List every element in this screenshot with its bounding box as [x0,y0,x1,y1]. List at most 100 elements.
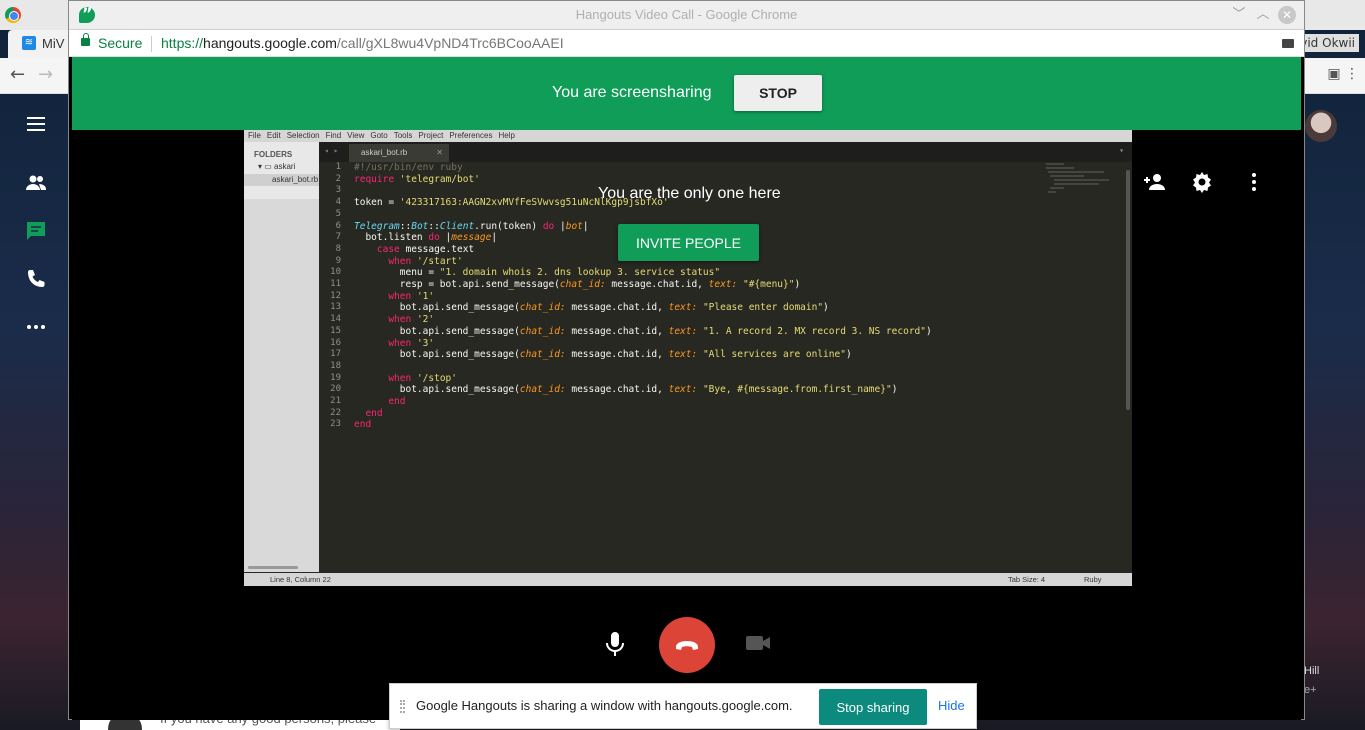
folder-item: ▾ ▭ askari [258,162,296,171]
line-number: 22 [330,407,341,418]
editor-statusbar: Line 8, Column 22 Tab Size: 4 Ruby [244,573,1132,586]
window-title: Hangouts Video Call - Google Chrome [575,7,798,22]
code-line: menu = "1. domain whois 2. dns lookup 3.… [354,267,721,279]
editor-menubar: File Edit Selection Find View Goto Tools Projec… [244,130,1132,142]
microphone-icon[interactable] [603,630,627,660]
extension-icons[interactable]: ▣ ⋮ [1327,66,1359,82]
url-path: /call/gXL8wu4VpND4Trc6BCooAAEI [336,35,564,51]
code-line: when '3' [388,337,435,349]
status-tab-size: Tab Size: 4 [1008,575,1046,584]
phone-icon[interactable] [24,267,48,291]
code-line: bot.listen do |message| [354,232,498,244]
invite-people-button[interactable]: INVITE PEOPLE [618,224,759,261]
editor-menu-item: Edit [266,131,281,140]
line-number: 2 [335,173,341,184]
editor-menu-item: Find [325,131,342,140]
code-line: resp = bot.api.send_message(chat_id: mes… [354,279,801,290]
line-number: 17 [330,349,341,360]
more-vert-icon[interactable] [1242,170,1266,194]
url-text[interactable]: https://hangouts.google.com/call/gXL8wu4… [161,35,564,51]
code-line: when '/stop' [388,372,457,384]
camera-indicator-icon[interactable] [1282,39,1294,48]
editor-menu-item: Preferences [449,131,493,140]
messages-icon[interactable] [24,219,48,243]
menu-icon[interactable] [24,112,48,136]
folder-name: askari [274,162,296,171]
address-bar[interactable]: Secure https://hangouts.google.com/call/… [69,30,1304,57]
line-number: 1 [335,162,341,172]
line-number: 19 [330,372,341,383]
camera-icon[interactable] [745,632,771,654]
url-scheme: https:// [161,35,204,51]
line-number: 10 [330,267,341,278]
editor-menu-item: File [248,131,261,140]
more-horiz-icon[interactable] [24,315,48,339]
stop-sharing-button[interactable]: Stop sharing [819,689,927,725]
line-number: 23 [330,419,341,430]
line-number: 4 [335,197,341,208]
line-number: 11 [330,279,341,289]
hangouts-popup-window: Hangouts Video Call - Google Chrome ﹀ ︿ … [68,0,1305,720]
lock-icon [81,33,90,46]
editor-menu-item: Tools [393,131,413,140]
minimize-icon[interactable]: ﹀ [1230,6,1248,24]
sharing-message: Google Hangouts is sharing a window with… [416,698,793,713]
line-number: 16 [330,337,341,348]
line-number: 15 [330,325,341,336]
code-line: #!/usr/bin/env ruby [354,162,463,173]
window-titlebar[interactable]: Hangouts Video Call - Google Chrome ﹀ ︿ … [69,1,1304,30]
secure-label: Secure [98,35,143,51]
wifi-icon: ≋ [22,36,36,50]
forward-arrow-icon[interactable]: → [38,64,53,85]
line-number: 7 [335,232,341,243]
editor-sidebar: FOLDERS ▾ ▭ askari askari_bot.rb [244,142,319,572]
screenshare-status: You are screensharing [552,84,712,101]
editor-scrollbar [1126,170,1130,410]
editor-tab-label: askari_bot.rb [361,148,408,157]
status-syntax: Ruby [1084,575,1102,584]
gear-icon[interactable] [1190,170,1214,194]
code-line: Telegram::Bot::Client.run(token) do |bot… [354,220,589,232]
line-number: 5 [335,208,341,219]
line-number: 18 [330,360,341,371]
editor-menu-item: View [347,131,365,140]
avatar[interactable] [1305,110,1337,142]
editor-menu-item: Project [418,131,444,140]
line-number: 20 [330,384,341,395]
sidebar-empty [244,199,319,572]
status-position: Line 8, Column 22 [270,575,331,584]
code-line: when '2' [388,314,435,326]
file-item: askari_bot.rb [244,174,319,186]
back-arrow-icon[interactable]: ← [10,64,25,85]
tab-nav-arrows-icon: ◂ ▸ [324,146,339,155]
background-tab-label: MiV [42,36,65,51]
line-number: 21 [330,396,341,406]
maximize-icon[interactable]: ︿ [1254,6,1272,24]
code-line: require 'telegram/bot' [354,173,480,185]
url-host: hangouts.google.com [203,35,337,51]
sharing-notification-bar: Google Hangouts is sharing a window with… [389,683,977,729]
stop-screenshare-button[interactable]: STOP [734,75,822,111]
code-line: case message.text [376,243,475,255]
profile-name[interactable]: vid Okwii [1296,34,1359,52]
line-number: 14 [330,314,341,325]
line-number: 12 [330,290,341,301]
line-number: 8 [335,243,341,254]
code-line: end [365,407,383,419]
line-number: 9 [335,255,341,266]
hangup-button[interactable] [659,617,715,673]
editor-minimap [1044,162,1114,202]
chrome-logo-icon [5,7,21,23]
contacts-icon[interactable] [24,171,48,195]
add-person-icon[interactable] [1142,170,1166,194]
editor-menu-item: Goto [370,131,388,140]
drag-handle-icon[interactable] [400,700,405,713]
close-icon[interactable]: ✕ [1278,6,1296,24]
editor-menu-item: Help [498,131,515,140]
code-line: end [388,396,406,407]
code-line: when '/start' [388,255,463,267]
line-number: 13 [330,302,341,313]
hide-link[interactable]: Hide [938,698,965,713]
background-contact-name: Hill [1304,665,1320,677]
hangouts-left-rail [0,94,72,730]
